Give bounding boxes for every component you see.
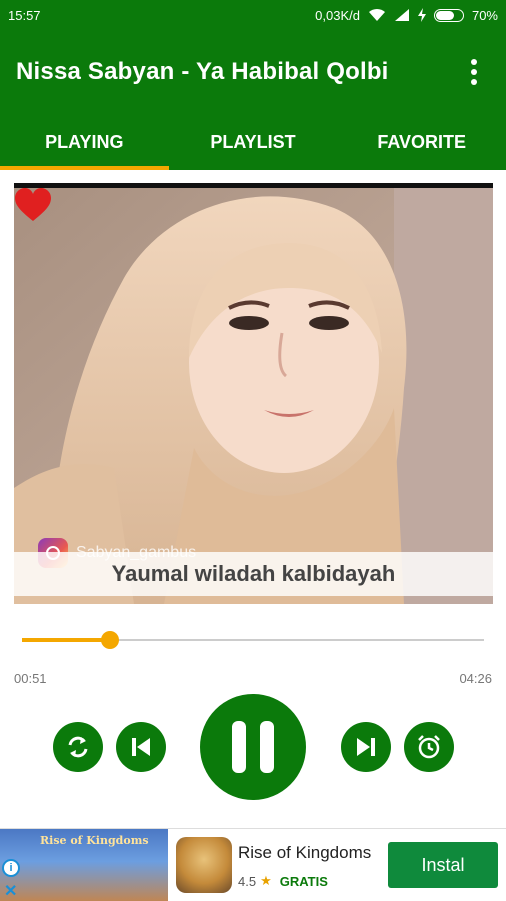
wifi-icon (368, 8, 385, 21)
battery-icon (433, 8, 464, 22)
net-speed: 0,03K/d (315, 7, 360, 23)
repeat-icon (68, 736, 88, 758)
next-icon (357, 738, 375, 756)
seek-thumb[interactable] (100, 631, 119, 649)
lyric-text: Yaumal wiladah kalbidayah (14, 552, 493, 596)
ad-app-icon[interactable] (176, 837, 232, 893)
total-time: 04:26 (459, 671, 492, 686)
app-bar: Nissa Sabyan - Ya Habibal Qolbi (0, 30, 506, 114)
status-bar: 15:57 0,03K/d 70% (0, 0, 506, 30)
ad-title: Rise of Kingdoms (238, 843, 372, 862)
tab-playing[interactable]: PLAYING (0, 114, 169, 170)
pause-icon (232, 721, 274, 773)
info-icon[interactable]: i (2, 859, 20, 877)
charging-icon (417, 8, 426, 22)
ad-banner-image[interactable]: Rise of Kingdoms (0, 829, 168, 901)
close-icon[interactable]: ✕ (4, 881, 17, 901)
signal-icon (394, 9, 409, 21)
tab-playlist[interactable]: PLAYLIST (169, 114, 338, 170)
song-title: Nissa Sabyan - Ya Habibal Qolbi (16, 58, 389, 85)
alarm-icon (418, 735, 440, 759)
tab-favorite[interactable]: FAVORITE (337, 114, 506, 170)
current-time: 00:51 (14, 671, 47, 686)
ad-rating-value: 4.5 (238, 873, 257, 889)
heart-icon[interactable] (14, 188, 52, 222)
previous-icon (132, 738, 150, 756)
tab-favorite-label: FAVORITE (377, 131, 467, 152)
more-vert-icon[interactable] (454, 52, 494, 92)
pause-button[interactable] (200, 694, 306, 800)
install-button[interactable]: Instal (388, 842, 498, 888)
previous-button[interactable] (116, 722, 166, 772)
next-button[interactable] (341, 722, 391, 772)
status-right: 0,03K/d 70% (315, 8, 498, 23)
tab-playlist-label: PLAYLIST (210, 131, 296, 152)
tab-bar: PLAYING PLAYLIST FAVORITE (0, 114, 506, 170)
repeat-button[interactable] (53, 722, 103, 772)
seek-bar[interactable] (22, 630, 484, 650)
star-icon: ★ (260, 873, 272, 888)
ad-rating: 4.5 ★ GRATIS (238, 873, 328, 889)
album-art: Sabyan_gambus Yaumal wiladah kalbidayah (14, 183, 493, 604)
battery-level: 70% (471, 7, 498, 23)
ad-price: GRATIS (279, 873, 328, 889)
status-time: 15:57 (8, 7, 41, 23)
ad-banner-text: Rise of Kingdoms (40, 834, 149, 847)
tab-playing-label: PLAYING (45, 131, 124, 152)
seek-fill (22, 638, 110, 642)
alarm-button[interactable] (404, 722, 454, 772)
ad-banner-container[interactable]: Rise of Kingdoms i ✕ Rise of Kingdoms 4.… (0, 828, 506, 901)
